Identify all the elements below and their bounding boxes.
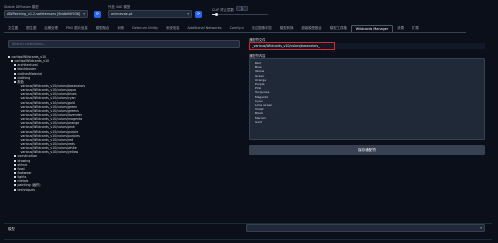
wildcard-path-field-extension (335, 42, 485, 49)
folder-toggle-icon (14, 64, 16, 67)
tab-1[interactable]: 图生图 (22, 25, 40, 33)
tab-13[interactable]: 模型工具箱 (326, 25, 351, 33)
clip-label: CLIP 终止层数 (212, 8, 234, 12)
chevron-down-icon: ▾ (480, 226, 482, 230)
checkpoint-label: Stable Diffusion 模型 (4, 5, 39, 9)
content-line: Gold (255, 119, 262, 124)
tab-2[interactable]: 后期处理 (40, 25, 62, 33)
divider (4, 239, 492, 240)
save-wildcard-button[interactable]: 保存通配符 (249, 145, 485, 155)
folder-toggle-icon (14, 180, 16, 183)
refresh-checkpoint-button[interactable]: ⟳ (94, 10, 101, 18)
clip-slider[interactable] (212, 12, 268, 17)
checkpoint-value: AWPainting_v1.2.safetensors [6ddb90f936] (7, 12, 81, 16)
folder-toggle-icon (14, 76, 16, 79)
tab-0[interactable]: 文生图 (4, 25, 22, 33)
clip-slider-handle[interactable] (214, 12, 219, 17)
wildcard-path-field[interactable]: _various/Wildcards_v10/colors/basecolors… (249, 42, 335, 50)
tab-7[interactable]: 系统信息 (162, 25, 184, 33)
refresh-icon: ⟳ (196, 11, 201, 16)
vae-select[interactable]: animevae.pt ▾ (108, 10, 192, 18)
bottom-select[interactable]: ▾ (246, 224, 485, 232)
tab-6[interactable]: Deforum Utility (128, 25, 162, 33)
tab-5[interactable]: 训练 (113, 25, 128, 33)
tab-10[interactable]: 无边图像浏览 (248, 25, 276, 33)
tab-9[interactable]: Comfyui (226, 25, 248, 33)
tab-8[interactable]: Additional Networks (184, 25, 226, 33)
refresh-icon: ⟳ (95, 11, 100, 16)
checkpoint-select[interactable]: AWPainting_v1.2.safetensors [6ddb90f936]… (4, 10, 88, 18)
tab-16[interactable]: 扩展 (408, 25, 423, 33)
folder-toggle-icon (14, 176, 16, 179)
folder-toggle-icon (14, 172, 16, 174)
refresh-vae-button[interactable]: ⟳ (195, 10, 202, 18)
folder-toggle-icon (14, 72, 16, 75)
bottom-left-label: 模型 (8, 227, 15, 231)
tab-14[interactable]: Wildcards Manager (350, 24, 394, 32)
tree-item-label: techniques (17, 187, 36, 192)
wildcard-tree: cortisolWildcards_v10 cortisolWildcards_v… (8, 55, 240, 192)
folder-toggle-icon (14, 184, 16, 187)
main-tabs: 文生图 图生图 后期处理 PNG 图片信息 模型融合 训练 Deforum Utility 系… (4, 24, 466, 33)
tab-11[interactable]: 模型转换 (276, 25, 298, 33)
folder-toggle-icon (14, 155, 16, 158)
clip-value-input[interactable]: 2 (236, 6, 248, 11)
folder-toggle-icon (14, 188, 16, 191)
chevron-down-icon: ▾ (187, 12, 189, 16)
tab-15[interactable]: 设置 (393, 25, 408, 33)
folder-toggle-icon (11, 60, 13, 63)
vae-value: animevae.pt (111, 12, 133, 16)
collection-search-input[interactable]: Search collections... (8, 40, 240, 48)
folder-toggle-icon (14, 163, 16, 166)
folder-toggle-icon (14, 68, 16, 71)
wildcard-content-textarea[interactable]: Red Blue Yellow Green Orange Purple Pink Turquo… (249, 58, 485, 140)
folder-toggle-icon (14, 159, 16, 162)
tree-folder-item[interactable]: techniques (8, 188, 240, 192)
vae-label: 外挂 VAE 模型 (108, 5, 131, 9)
tab-3[interactable]: PNG 图片信息 (62, 25, 92, 33)
folder-toggle-icon (14, 80, 16, 83)
folder-toggle-icon (14, 167, 16, 170)
chevron-down-icon: ▾ (83, 12, 85, 16)
folder-toggle-icon (8, 56, 10, 59)
clip-slider-track (212, 14, 268, 16)
tab-12[interactable]: 超级模型融合 (297, 25, 325, 33)
tab-4[interactable]: 模型融合 (92, 25, 114, 33)
